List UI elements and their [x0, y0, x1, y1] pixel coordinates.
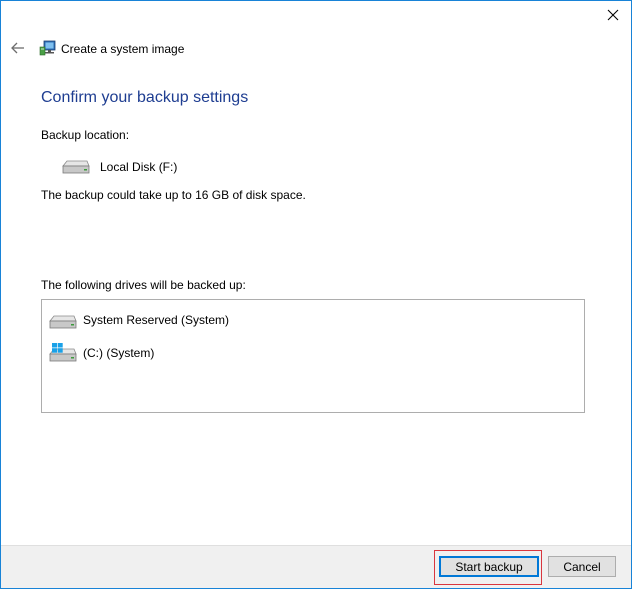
list-item[interactable]: System Reserved (System) [48, 310, 229, 330]
window-title: Create a system image [61, 42, 185, 56]
drive-name: (C:) (System) [83, 346, 155, 360]
backup-location-name: Local Disk (F:) [100, 160, 178, 174]
backup-app-icon [39, 40, 56, 56]
backup-location-drive: Local Disk (F:) [61, 158, 177, 176]
start-backup-button[interactable]: Start backup [439, 556, 539, 577]
drives-list[interactable]: System Reserved (System) (C:) (System) [41, 299, 585, 413]
page-heading: Confirm your backup settings [41, 89, 249, 106]
list-item[interactable]: (C:) (System) [48, 343, 154, 363]
backup-location-label: Backup location: [41, 128, 130, 142]
drives-list-label: The following drives will be backed up: [41, 278, 246, 292]
drive-icon [49, 315, 77, 329]
windows-drive-icon [49, 343, 77, 362]
close-icon[interactable] [605, 7, 621, 23]
drive-name: System Reserved (System) [83, 313, 230, 327]
dialog-footer: Start backup Cancel [1, 545, 631, 588]
back-arrow-icon[interactable] [10, 40, 26, 56]
cancel-button[interactable]: Cancel [548, 556, 616, 577]
drive-icon [62, 160, 90, 174]
dialog-window: Create a system image Confirm your backu… [0, 0, 632, 589]
disk-space-text: The backup could take up to 16 GB of dis… [41, 188, 306, 202]
